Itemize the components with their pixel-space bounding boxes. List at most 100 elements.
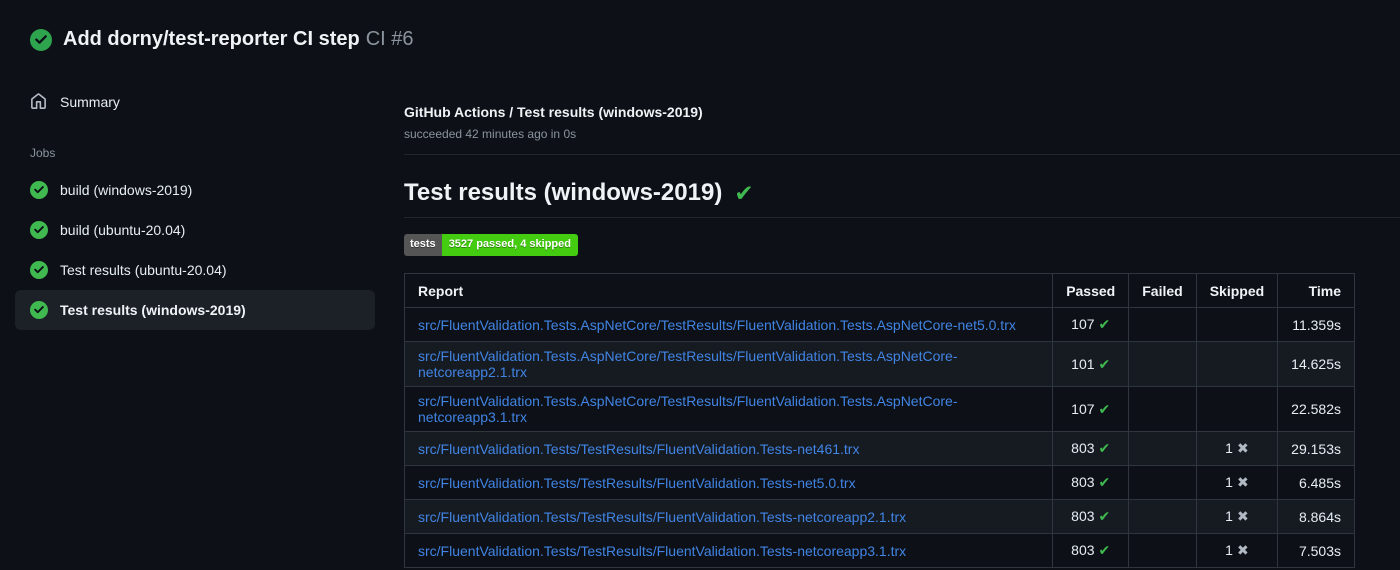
report-cell: src/FluentValidation.Tests/TestResults/F… [403,499,1054,534]
passed-cell: 803 ✔ [1052,499,1130,534]
time-cell: 29.153s [1277,431,1355,466]
report-cell: src/FluentValidation.Tests.AspNetCore/Te… [403,386,1054,432]
passed-check-icon: ✔ [1098,508,1111,524]
passed-check-icon: ✔ [1098,440,1111,456]
failed-cell [1128,533,1197,568]
report-link[interactable]: src/FluentValidation.Tests/TestResults/F… [418,441,859,457]
skipped-cell: 1 ✖ [1195,533,1279,568]
badge-label: tests [404,234,442,256]
passed-count: 803 [1071,474,1095,490]
report-link[interactable]: src/FluentValidation.Tests/TestResults/F… [418,509,906,525]
test-results-table: Report Passed Failed Skipped Time src/Fl… [403,273,1355,568]
column-header-passed: Passed [1052,273,1130,308]
report-cell: src/FluentValidation.Tests/TestResults/F… [403,431,1054,466]
passed-cell: 803 ✔ [1052,431,1130,466]
job-label: Test results (ubuntu-20.04) [60,262,227,278]
job-label: build (windows-2019) [60,182,193,198]
check-circle-icon [30,28,52,51]
table-row: src/FluentValidation.Tests.AspNetCore/Te… [403,386,1355,432]
sidebar-item-summary[interactable]: Summary [15,84,375,119]
column-header-skipped: Skipped [1195,273,1279,308]
section-title: Test results (windows-2019) [404,179,723,206]
sidebar-summary-label: Summary [60,93,120,110]
passed-cell: 107 ✔ [1052,386,1130,432]
report-link[interactable]: src/FluentValidation.Tests.AspNetCore/Te… [418,348,958,380]
passed-count: 107 [1071,316,1095,332]
report-cell: src/FluentValidation.Tests/TestResults/F… [403,465,1054,500]
job-label: build (ubuntu-20.04) [60,222,186,238]
table-row: src/FluentValidation.Tests/TestResults/F… [403,465,1355,500]
failed-cell [1128,499,1197,534]
run-status-line: succeeded 42 minutes ago in 0s [404,127,577,141]
skipped-count: 1 [1225,474,1233,490]
time-cell: 22.582s [1277,386,1355,432]
time-cell: 7.503s [1277,533,1355,568]
skipped-x-icon: ✖ [1236,542,1249,558]
divider [404,217,1400,218]
sidebar-job-item-1[interactable]: build (ubuntu-20.04) [15,210,375,250]
sidebar-job-item-2[interactable]: Test results (ubuntu-20.04) [15,250,375,290]
skipped-count: 1 [1225,440,1233,456]
skipped-cell [1195,307,1279,342]
column-header-time: Time [1277,273,1355,308]
jobs-section-heading: Jobs [30,146,56,160]
sidebar-job-item-0[interactable]: build (windows-2019) [15,170,375,210]
report-link[interactable]: src/FluentValidation.Tests.AspNetCore/Te… [418,393,958,425]
section-heading: Test results (windows-2019) ✔ [404,179,1400,217]
passed-count: 803 [1071,440,1095,456]
skipped-x-icon: ✖ [1236,474,1249,490]
report-cell: src/FluentValidation.Tests/TestResults/F… [403,533,1054,568]
main-content: GitHub Actions / Test results (windows-2… [403,0,1400,568]
passed-cell: 803 ✔ [1052,533,1130,568]
passed-count: 803 [1071,542,1095,558]
column-header-failed: Failed [1128,273,1197,308]
job-list: build (windows-2019) build (ubuntu-20.04… [0,170,390,330]
check-circle-icon [30,221,48,239]
check-circle-icon [30,181,48,199]
passed-count: 803 [1071,508,1095,524]
passed-check-icon: ✔ [1098,542,1111,558]
table-row: src/FluentValidation.Tests.AspNetCore/Te… [403,341,1355,387]
report-link[interactable]: src/FluentValidation.Tests/TestResults/F… [418,475,856,491]
check-circle-icon [30,261,48,279]
home-icon [31,93,46,109]
column-header-report: Report [403,273,1054,308]
skipped-x-icon: ✖ [1236,440,1249,456]
run-title: Add dorny/test-reporter CI step [63,28,360,50]
passed-cell: 101 ✔ [1052,341,1130,387]
table-row: src/FluentValidation.Tests/TestResults/F… [403,533,1355,568]
badge-value: 3527 passed, 4 skipped [441,234,578,256]
passed-check-icon: ✔ [1098,316,1111,332]
skipped-cell: 1 ✖ [1195,465,1279,500]
divider [404,154,1400,155]
failed-cell [1128,307,1197,342]
time-cell: 14.625s [1277,341,1355,387]
skipped-cell: 1 ✖ [1195,499,1279,534]
report-cell: src/FluentValidation.Tests.AspNetCore/Te… [403,307,1054,342]
skipped-count: 1 [1225,508,1233,524]
failed-cell [1128,386,1197,432]
table-row: src/FluentValidation.Tests.AspNetCore/Te… [403,307,1355,342]
time-cell: 6.485s [1277,465,1355,500]
job-label: Test results (windows-2019) [60,302,246,318]
sidebar-job-item-3[interactable]: Test results (windows-2019) [15,290,375,330]
table-row: src/FluentValidation.Tests/TestResults/F… [403,431,1355,466]
table-header-row: Report Passed Failed Skipped Time [403,273,1355,308]
table-row: src/FluentValidation.Tests/TestResults/F… [403,499,1355,534]
skipped-cell [1195,341,1279,387]
passed-count: 101 [1071,355,1095,372]
tests-badge: tests 3527 passed, 4 skipped [404,234,578,256]
passed-count: 107 [1071,400,1095,417]
skipped-cell: 1 ✖ [1195,431,1279,466]
run-header: Add dorny/test-reporter CI step CI #6 [30,28,414,51]
check-circle-icon [30,301,48,319]
failed-cell [1128,341,1197,387]
passed-cell: 107 ✔ [1052,307,1130,342]
passed-check-icon: ✔ [1098,474,1111,490]
report-link[interactable]: src/FluentValidation.Tests/TestResults/F… [418,543,906,559]
failed-cell [1128,465,1197,500]
passed-check-icon: ✔ [1098,400,1111,417]
success-check-icon: ✔ [734,179,754,206]
report-link[interactable]: src/FluentValidation.Tests.AspNetCore/Te… [418,317,1016,333]
sidebar: Summary Jobs build (windows-2019) build … [0,84,390,330]
